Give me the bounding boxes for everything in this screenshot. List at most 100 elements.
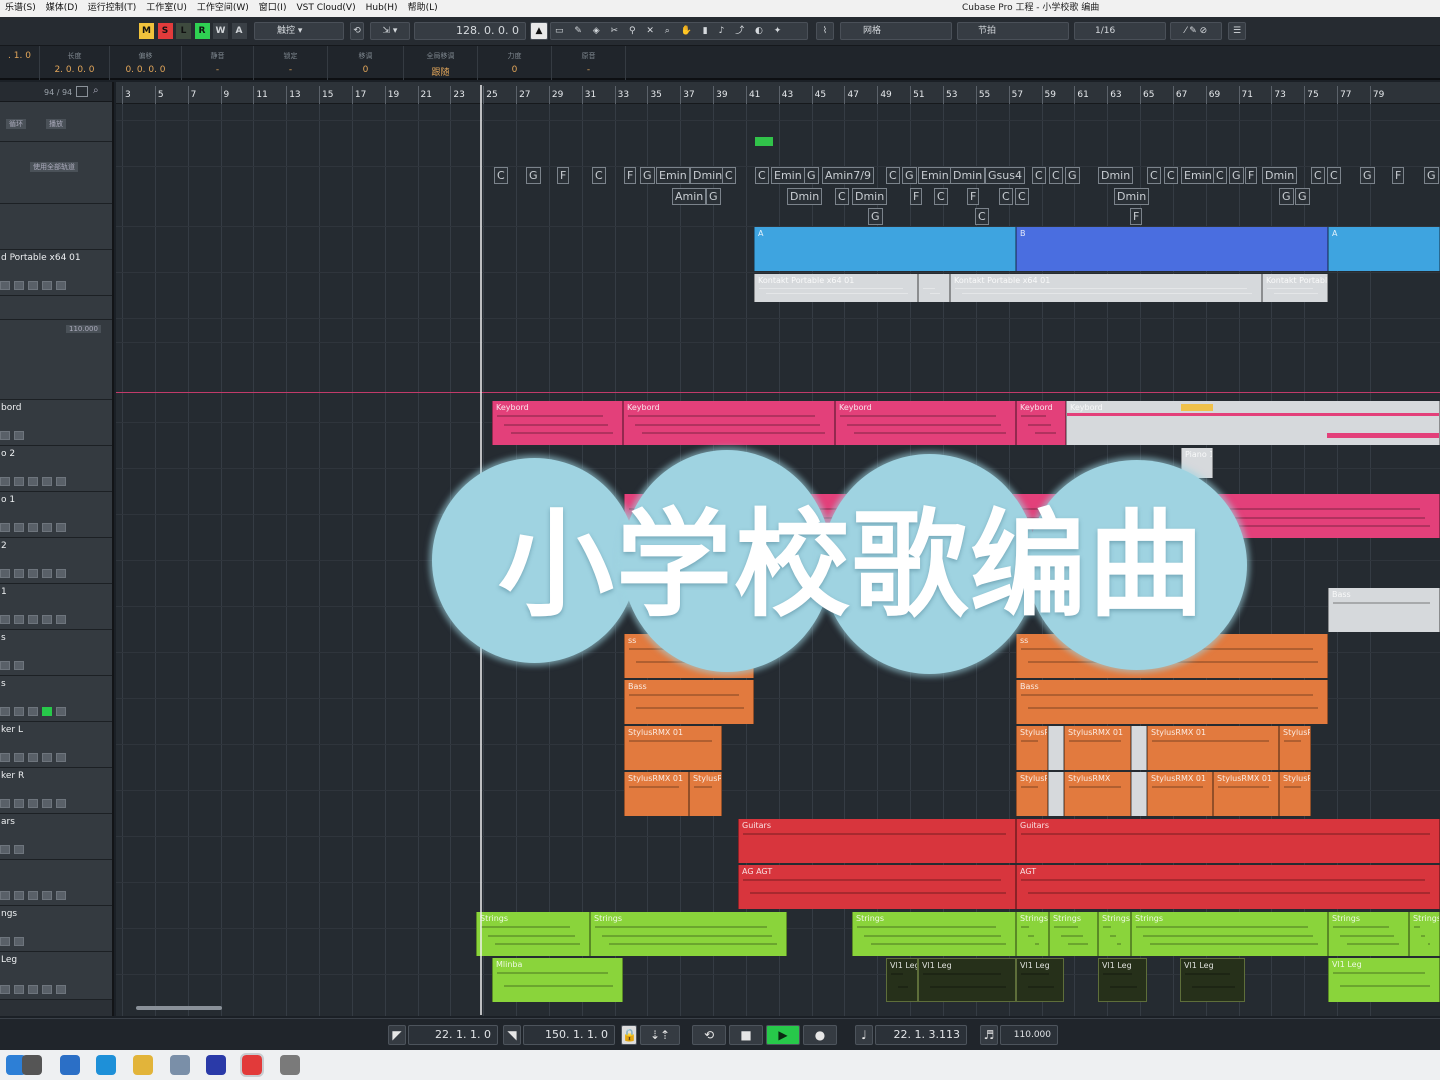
chord-label[interactable]: F <box>624 167 637 184</box>
event-clip[interactable] <box>1131 772 1147 816</box>
track-header[interactable]: ker L <box>0 722 112 768</box>
event-clip[interactable]: StylusRMX 01 <box>1147 726 1279 770</box>
event-clip[interactable]: StylusR <box>689 772 722 816</box>
chord-label[interactable]: C <box>999 188 1013 205</box>
snap-type-select[interactable]: 网格 <box>840 22 952 40</box>
track-button[interactable] <box>56 985 66 994</box>
chord-label[interactable]: G <box>902 167 917 184</box>
track-header[interactable]: bord <box>0 400 112 446</box>
chord-label[interactable]: F <box>1245 167 1258 184</box>
event-clip[interactable] <box>1131 726 1147 770</box>
chord-label[interactable]: C <box>1049 167 1063 184</box>
chord-label[interactable]: G <box>1360 167 1375 184</box>
event-clip[interactable]: Vl1 Leg <box>1328 958 1440 1002</box>
info-cell[interactable]: 全局移调 跟随 <box>404 46 478 80</box>
track-button[interactable] <box>0 937 10 946</box>
event-clip[interactable]: Bass <box>1328 588 1440 632</box>
chord-label[interactable]: Dmin <box>1098 167 1134 184</box>
arranger-section[interactable]: A <box>754 227 1016 271</box>
chord-label[interactable]: G <box>640 167 655 184</box>
event-clip[interactable]: Vl1 Leg <box>1180 958 1245 1002</box>
chord-label[interactable]: Dmin <box>950 167 986 184</box>
chord-label[interactable]: C <box>934 188 948 205</box>
info-cell[interactable]: 原音 - <box>552 46 626 80</box>
stop-button[interactable]: ■ <box>729 1025 763 1045</box>
track-header[interactable] <box>0 296 112 320</box>
chord-label[interactable]: C <box>1147 167 1161 184</box>
track-button[interactable] <box>14 845 24 854</box>
chord-label[interactable]: Amin7/9 <box>822 167 874 184</box>
track-button[interactable] <box>56 799 66 808</box>
horizontal-scrollbar[interactable] <box>136 1006 222 1010</box>
track-button[interactable] <box>28 569 38 578</box>
layout-icon[interactable]: ☰ <box>1228 22 1246 40</box>
chord-label[interactable]: C <box>835 188 849 205</box>
track-button[interactable] <box>14 937 24 946</box>
chord-label[interactable]: G <box>1424 167 1439 184</box>
track-header[interactable]: s <box>0 630 112 676</box>
track-button[interactable] <box>14 523 24 532</box>
event-clip[interactable]: Strings <box>590 912 787 956</box>
track-button[interactable] <box>56 891 66 900</box>
track-button[interactable] <box>0 891 10 900</box>
event-clip[interactable]: StylusR <box>1016 726 1048 770</box>
chord-label[interactable]: Emin <box>656 167 690 184</box>
track-button[interactable] <box>28 523 38 532</box>
event-clip[interactable]: Strings <box>1131 912 1328 956</box>
position-field[interactable]: 22. 1. 3.113 <box>875 1025 967 1045</box>
left-locator-field[interactable]: 22. 1. 1. 0 <box>408 1025 498 1045</box>
notes-icon[interactable] <box>170 1055 190 1075</box>
chord-label[interactable]: G <box>1229 167 1244 184</box>
event-clip[interactable]: Vl1 Leg <box>886 958 918 1002</box>
event-clip[interactable] <box>918 274 950 302</box>
event-clip[interactable]: AG AGT <box>738 865 1016 909</box>
event-clip[interactable]: StylusRMX 01 <box>624 726 722 770</box>
chord-label[interactable]: C <box>1213 167 1227 184</box>
cycle-icon[interactable]: ⟲ <box>350 22 364 40</box>
arranger-section[interactable]: B <box>1016 227 1328 271</box>
event-clip[interactable]: Keybord <box>623 401 835 445</box>
chord-label[interactable]: C <box>494 167 508 184</box>
event-clip[interactable]: Strings <box>1016 912 1049 956</box>
event-clip[interactable]: Keybord <box>492 401 623 445</box>
track-button[interactable] <box>28 615 38 624</box>
chord-label[interactable]: Emin <box>918 167 952 184</box>
left-locator-icon[interactable]: ◤ <box>388 1025 406 1045</box>
track-button[interactable] <box>0 985 10 994</box>
track-button[interactable] <box>42 569 52 578</box>
tool-palette[interactable]: ▭ ✎ ◈ ✂ ⚲ ✕ ⌕ ✋ ▮ ♪ ⤴ ◐ ✦ <box>550 22 808 40</box>
file-explorer-icon[interactable] <box>60 1055 80 1075</box>
event-clip[interactable]: Mlinba <box>492 958 623 1002</box>
track-button[interactable] <box>42 707 52 716</box>
quantize-tools-icon[interactable]: ⁄ ✎ ⊘ <box>1170 22 1222 40</box>
track-header[interactable] <box>0 204 112 250</box>
track-header[interactable]: d Portable x64 01 <box>0 250 112 296</box>
track-button[interactable] <box>56 615 66 624</box>
event-clip[interactable]: Vl1 Leg <box>1016 958 1064 1002</box>
track-button[interactable] <box>0 707 10 716</box>
mode-button-s[interactable]: S <box>157 23 173 39</box>
mode-button-l[interactable]: L <box>176 23 191 39</box>
app-icon[interactable] <box>206 1055 226 1075</box>
chord-label[interactable]: Dmin <box>787 188 823 205</box>
event-clip[interactable]: Keybord <box>1066 401 1440 445</box>
event-clip[interactable]: Strings <box>1409 912 1440 956</box>
event-clip[interactable]: StylusR <box>1016 772 1048 816</box>
menu-workspaces[interactable]: 工作空间(W) <box>192 0 254 17</box>
chord-label[interactable]: Amin <box>672 188 707 205</box>
nudge-icon[interactable]: ⇲ ▾ <box>370 22 410 40</box>
chord-label[interactable]: G <box>706 188 721 205</box>
chord-label[interactable]: Emin <box>771 167 805 184</box>
event-clip[interactable] <box>1048 772 1064 816</box>
track-header[interactable]: 循环 播放 <box>0 102 112 142</box>
track-button[interactable] <box>14 281 24 290</box>
track-button[interactable] <box>28 281 38 290</box>
clock-icon[interactable] <box>280 1055 300 1075</box>
track-button[interactable] <box>28 753 38 762</box>
track-visibility-icon[interactable] <box>76 86 88 97</box>
mode-button-a[interactable]: A <box>231 23 247 39</box>
track-button[interactable] <box>28 477 38 486</box>
track-button[interactable] <box>56 569 66 578</box>
snap-toggle-icon[interactable]: ⌇ <box>816 22 834 40</box>
track-button[interactable] <box>14 753 24 762</box>
